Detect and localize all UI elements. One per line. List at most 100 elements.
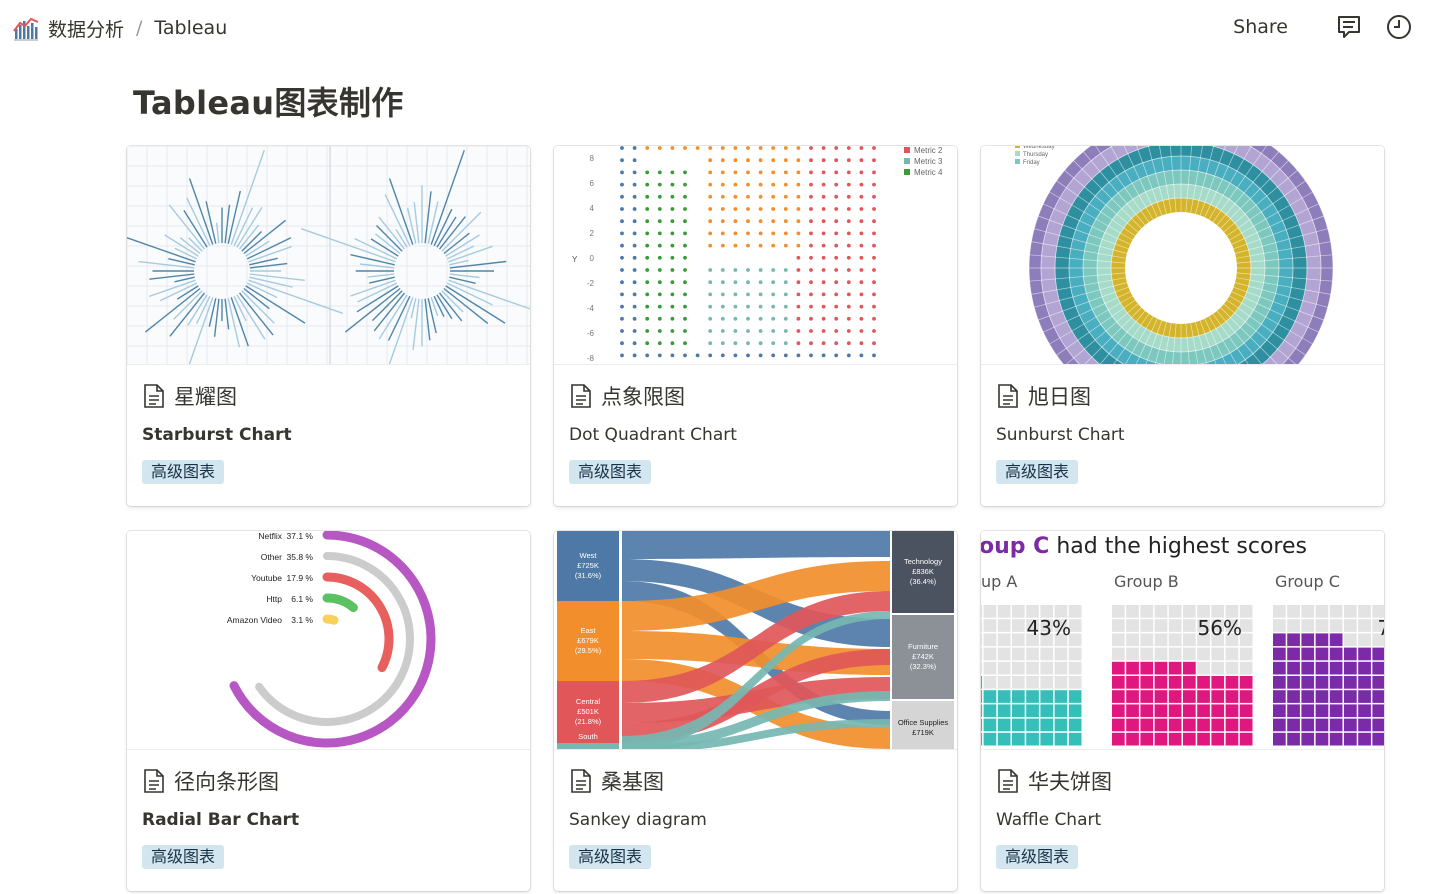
waffle-cell (983, 647, 997, 661)
data-dot (720, 304, 725, 309)
gallery-card-waffle[interactable]: oup C had the highest scores up A 43% Group… (981, 531, 1384, 891)
waffle-cell (1273, 647, 1286, 661)
data-dot (620, 182, 624, 187)
data-dot (834, 231, 839, 236)
legend-label: Wednesday (1023, 146, 1055, 150)
data-dot (821, 146, 826, 150)
data-dot (632, 255, 637, 260)
radial-value: 6.1 % (291, 594, 313, 604)
waffle-cell (1168, 647, 1182, 661)
data-dot (720, 182, 725, 187)
data-dot (771, 243, 776, 248)
waffle-cell (1301, 718, 1315, 732)
breadcrumb-workspace[interactable]: 数据分析 (48, 15, 124, 42)
waffle-cell (1154, 690, 1168, 703)
waffle-cell (997, 690, 1011, 703)
data-dot (708, 341, 713, 346)
waffle-cell (1358, 633, 1371, 647)
waffle-cell (1225, 690, 1239, 703)
data-dot (809, 243, 813, 248)
data-dot (783, 158, 788, 163)
y-tick-label: -6 (587, 329, 595, 338)
gallery-card-sunburst[interactable]: Wednesday Thursday Friday 旭日图 Sunburst Cha… (981, 146, 1384, 506)
waffle-cell (1183, 732, 1196, 746)
data-dot (670, 353, 675, 358)
waffle-cell (1372, 732, 1384, 746)
waffle-cell (1372, 704, 1384, 718)
data-dot (796, 207, 801, 211)
data-dot (683, 219, 687, 224)
data-dot (733, 268, 738, 272)
waffle-cell (1315, 704, 1329, 718)
sankey-node-pct: (29.5%) (575, 646, 602, 655)
waffle-pct-label: 75 (1378, 616, 1384, 640)
data-dot (846, 316, 851, 321)
sankey-node-value: £719K (912, 728, 934, 737)
data-dot (683, 146, 687, 150)
waffle-cell (1239, 690, 1253, 703)
data-dot (720, 158, 725, 163)
data-dot (758, 170, 763, 175)
waffle-cell (1344, 647, 1357, 661)
waffle-cell (1301, 704, 1315, 718)
starburst-thumbnail (127, 146, 530, 364)
data-dot (783, 316, 788, 321)
waffle-cell (983, 661, 997, 675)
gallery-card-sankey[interactable]: West £725K (31.6%) East £679K (29.5%) Central £… (554, 531, 957, 891)
data-dot (809, 170, 813, 175)
breadcrumb-page[interactable]: Tableau (154, 17, 227, 39)
data-dot (834, 194, 839, 199)
data-dot (758, 182, 763, 187)
sankey-node-name: Furniture (908, 642, 938, 651)
data-dot (758, 207, 763, 211)
waffle-cell (1273, 732, 1286, 746)
waffle-cell (1211, 647, 1225, 661)
waffle-cell (1168, 718, 1182, 732)
data-dot (771, 341, 776, 346)
waffle-cell (1012, 732, 1025, 746)
data-dot (645, 231, 650, 236)
share-button[interactable]: Share (1233, 16, 1288, 38)
waffle-cell (1068, 647, 1082, 661)
comment-icon[interactable] (1334, 12, 1364, 42)
data-dot (632, 194, 637, 199)
gallery-card-radial-bar[interactable]: Netflix 37.1 % Other 35.8 % Youtube 17.9 % Htt… (127, 531, 530, 891)
gallery-card-dot-quadrant[interactable]: 8 6 4 2 0 -2 -4 -6 -8 Y Metric 2 Metric 3 Metric 4 点… (554, 146, 957, 506)
waffle-cell (981, 619, 983, 632)
waffle-cell (1358, 676, 1371, 689)
waffle-cell (1012, 704, 1025, 718)
data-dot (657, 316, 662, 321)
waffle-cell (1197, 690, 1210, 703)
data-dot (632, 231, 637, 236)
waffle-group-label: Group B (1114, 572, 1179, 591)
waffle-cell (1197, 647, 1210, 661)
waffle-cell (1054, 647, 1068, 661)
waffle-cell (1040, 661, 1054, 675)
data-dot (758, 341, 763, 346)
waffle-cell (1140, 732, 1154, 746)
data-dot (683, 268, 687, 272)
data-dot (859, 329, 864, 333)
waffle-cell (1140, 605, 1154, 618)
waffle-cell (1154, 718, 1168, 732)
sankey-node-pct: (32.3%) (910, 662, 937, 671)
data-dot (645, 146, 650, 150)
data-dot (632, 280, 637, 285)
gallery-card-starburst[interactable]: 星耀图 Starburst Chart 高级图表 (127, 146, 530, 506)
waffle-cell (1287, 619, 1300, 632)
data-dot (872, 341, 876, 346)
breadcrumb-separator: / (136, 17, 143, 39)
waffle-cell (1068, 732, 1082, 746)
data-dot (758, 243, 763, 248)
sunburst-thumbnail: Wednesday Thursday Friday (1015, 146, 1334, 364)
waffle-cell (1154, 605, 1168, 618)
data-dot (708, 280, 713, 285)
data-dot (872, 158, 876, 163)
data-dot (670, 182, 675, 187)
data-dot (846, 353, 851, 358)
clock-icon[interactable] (1384, 12, 1414, 42)
waffle-cell (1112, 718, 1125, 732)
sankey-node-value: £725K (577, 561, 599, 570)
data-dot (670, 341, 675, 346)
waffle-cell (997, 718, 1011, 732)
